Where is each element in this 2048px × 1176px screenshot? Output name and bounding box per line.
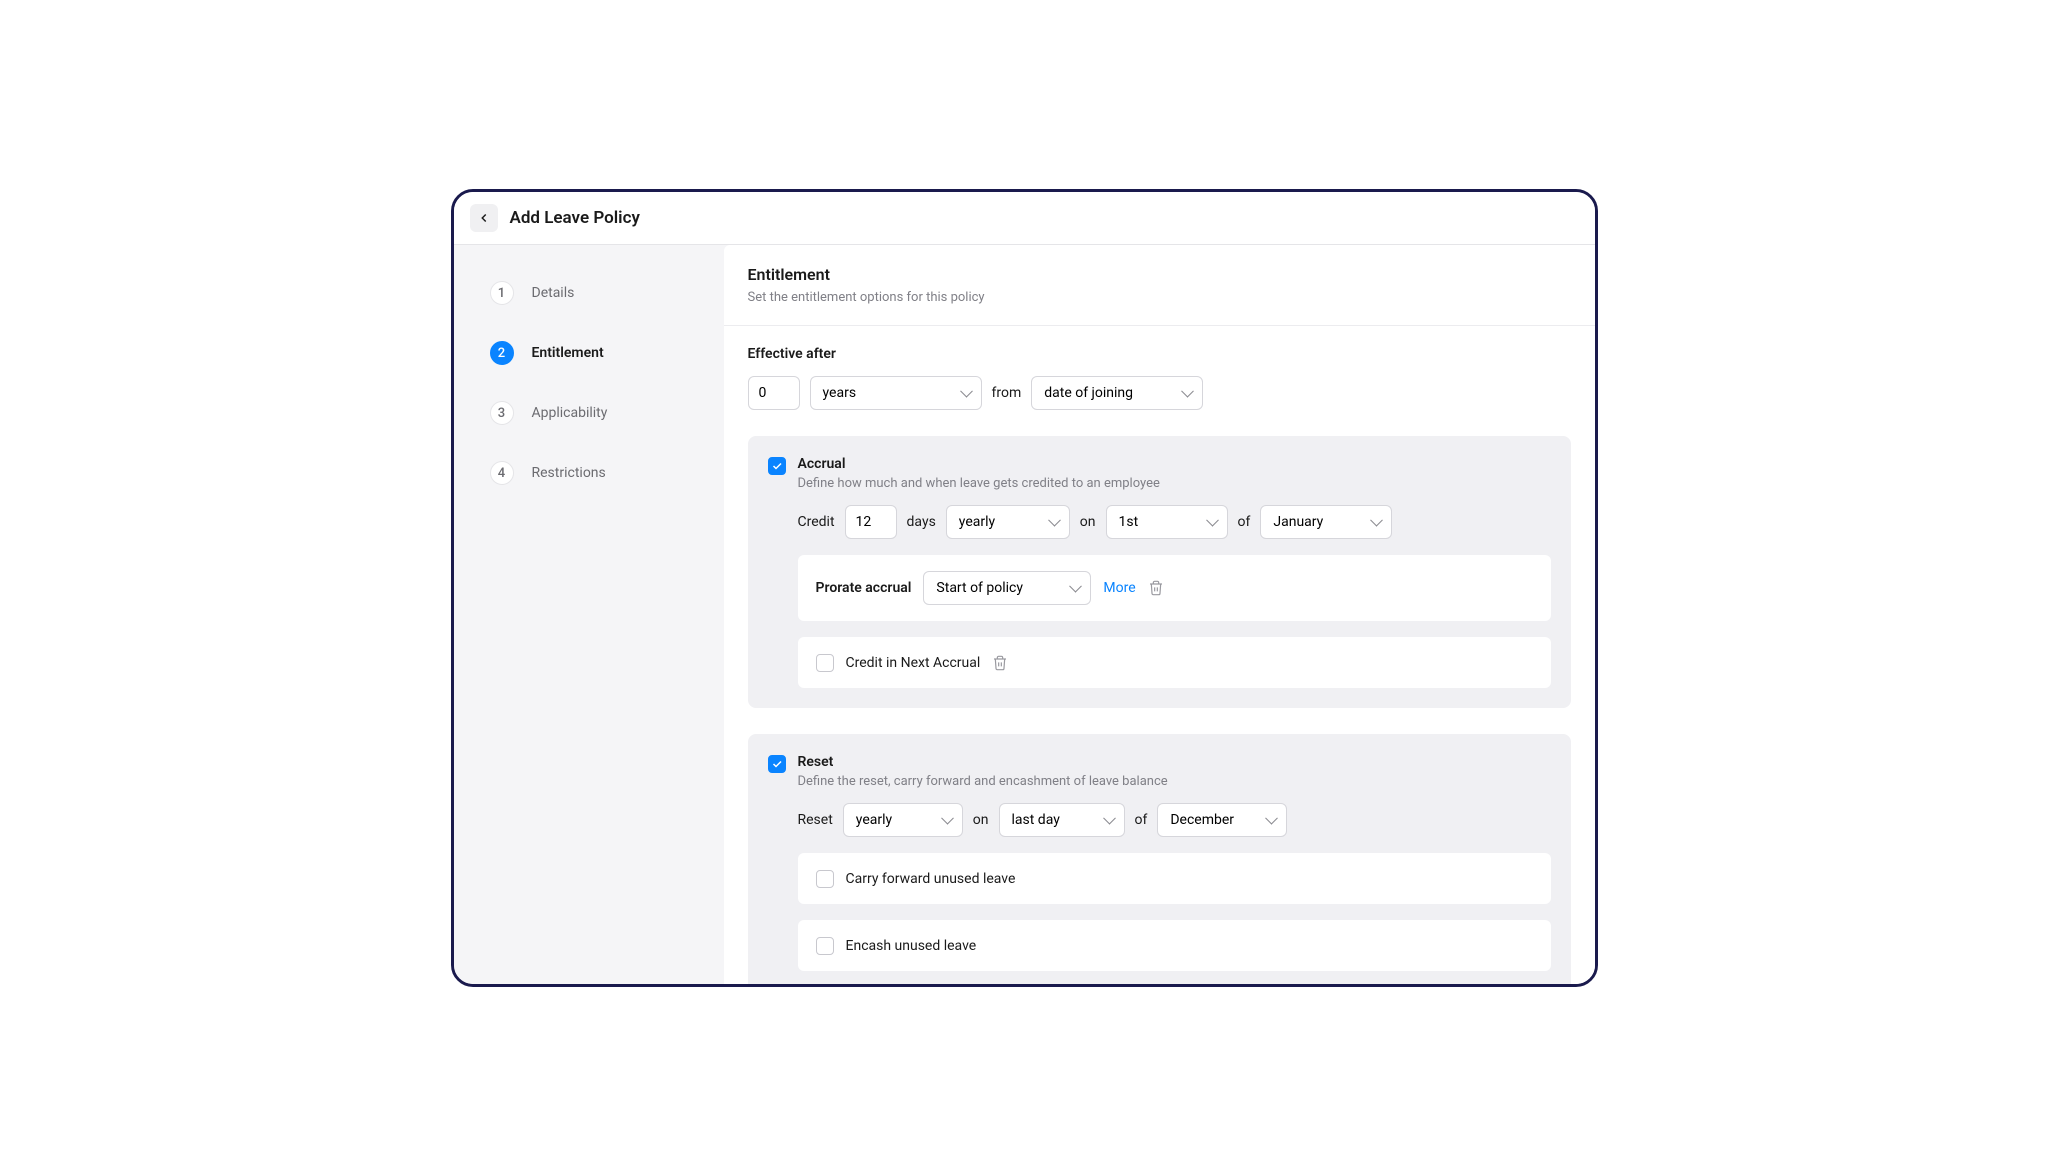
accrual-day-select[interactable]: 1st [1106, 505, 1228, 539]
credit-value-input[interactable] [845, 505, 897, 539]
wizard-steps: 1 Details 2 Entitlement 3 Applicability … [454, 245, 724, 984]
panel-title: Entitlement [748, 265, 1571, 284]
carry-forward-label: Carry forward unused leave [846, 871, 1016, 887]
panel-subtitle: Set the entitlement options for this pol… [748, 290, 1571, 305]
effective-after-label: Effective after [748, 346, 1571, 362]
reset-frequency-select[interactable]: yearly [843, 803, 963, 837]
credit-next-accrual-row: Credit in Next Accrual [798, 637, 1551, 688]
credit-label: Credit [798, 514, 835, 530]
prorate-accrual-row: Prorate accrual Start of policy More [798, 555, 1551, 621]
accrual-card: Accrual Define how much and when leave g… [748, 436, 1571, 708]
trash-icon[interactable] [1148, 580, 1164, 596]
step-entitlement[interactable]: 2 Entitlement [490, 341, 704, 365]
from-label: from [992, 385, 1022, 401]
trash-icon[interactable] [992, 655, 1008, 671]
back-button[interactable] [470, 204, 498, 232]
step-label: Entitlement [532, 345, 604, 361]
check-icon [771, 758, 783, 770]
accrual-frequency-select[interactable]: yearly [946, 505, 1070, 539]
step-label: Details [532, 285, 575, 301]
reset-title: Reset [798, 754, 1168, 770]
effective-from-select[interactable]: date of joining [1031, 376, 1203, 410]
effective-unit-select[interactable]: years [810, 376, 982, 410]
accrual-subtitle: Define how much and when leave gets cred… [798, 476, 1160, 491]
reset-label: Reset [798, 812, 833, 828]
encash-checkbox[interactable] [816, 937, 834, 955]
step-restrictions[interactable]: 4 Restrictions [490, 461, 704, 485]
of-label: of [1135, 812, 1148, 828]
accrual-checkbox[interactable] [768, 457, 786, 475]
step-number: 4 [490, 461, 514, 485]
reset-day-select[interactable]: last day [999, 803, 1125, 837]
encash-row: Encash unused leave [798, 920, 1551, 971]
step-applicability[interactable]: 3 Applicability [490, 401, 704, 425]
prorate-label: Prorate accrual [816, 580, 912, 596]
step-number: 3 [490, 401, 514, 425]
reset-month-select[interactable]: December [1157, 803, 1287, 837]
step-number: 2 [490, 341, 514, 365]
on-label: on [1080, 514, 1096, 530]
effective-value-input[interactable] [748, 376, 800, 410]
step-number: 1 [490, 281, 514, 305]
reset-card: Reset Define the reset, carry forward an… [748, 734, 1571, 984]
accrual-title: Accrual [798, 456, 1160, 472]
step-details[interactable]: 1 Details [490, 281, 704, 305]
accrual-month-select[interactable]: January [1260, 505, 1392, 539]
page-title: Add Leave Policy [510, 208, 640, 228]
on-label: on [973, 812, 989, 828]
days-label: days [907, 514, 936, 530]
of-label: of [1238, 514, 1251, 530]
credit-next-label: Credit in Next Accrual [846, 655, 981, 671]
step-label: Restrictions [532, 465, 606, 481]
reset-subtitle: Define the reset, carry forward and enca… [798, 774, 1168, 789]
carry-forward-row: Carry forward unused leave [798, 853, 1551, 904]
credit-next-checkbox[interactable] [816, 654, 834, 672]
prorate-more-link[interactable]: More [1103, 580, 1135, 596]
prorate-select[interactable]: Start of policy [923, 571, 1091, 605]
check-icon [771, 460, 783, 472]
reset-checkbox[interactable] [768, 755, 786, 773]
step-label: Applicability [532, 405, 608, 421]
encash-label: Encash unused leave [846, 938, 977, 954]
carry-forward-checkbox[interactable] [816, 870, 834, 888]
arrow-left-icon [477, 211, 491, 225]
